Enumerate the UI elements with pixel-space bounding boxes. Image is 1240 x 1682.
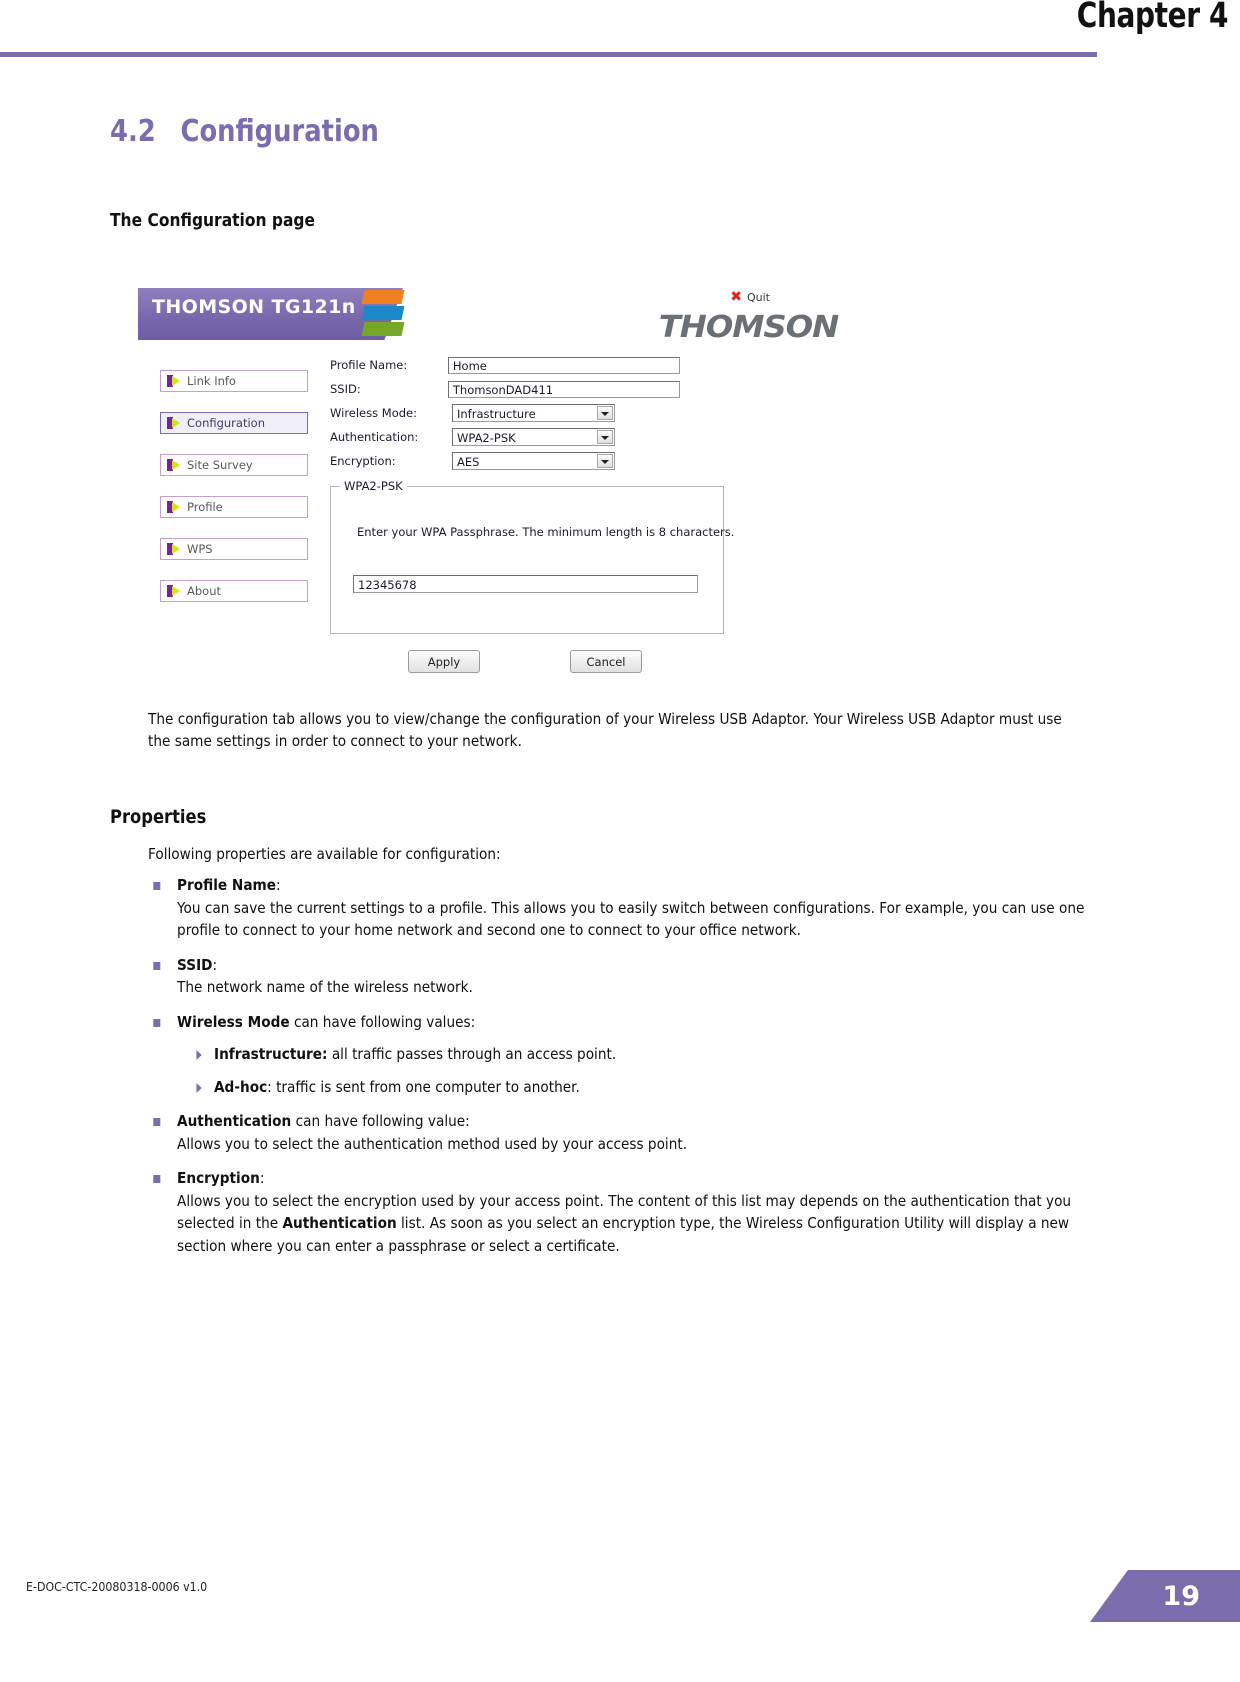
bullet-text: Allows you to select the authentication … <box>177 1134 688 1153</box>
sub-list-item: Infrastructure: all traffic passes throu… <box>177 1043 1116 1066</box>
list-item: Authentication can have following value:… <box>148 1110 1116 1155</box>
form-row-wireless-mode: Wireless Mode: Infrastructure <box>330 404 680 422</box>
wireless-utility-screenshot: THOMSON TG121n ✖ Quit THOMSON Link Info … <box>138 278 840 688</box>
app-sidebar: Link Info Configuration Site Survey Prof… <box>160 370 308 622</box>
sub-list-item: Ad-hoc: traffic is sent from one compute… <box>177 1076 1116 1099</box>
encryption-select[interactable]: AES <box>452 452 615 470</box>
bullet-term: Authentication <box>177 1112 292 1130</box>
bullet-term: Wireless Mode <box>177 1012 290 1031</box>
properties-intro: Following properties are available for c… <box>148 845 501 863</box>
bullet-term: Encryption <box>177 1169 260 1187</box>
sidebar-item-about[interactable]: About <box>160 580 308 602</box>
sidebar-item-label: Configuration <box>187 416 265 430</box>
ssid-input[interactable]: ThomsonDAD411 <box>447 380 680 398</box>
arrow-bullet-icon <box>167 543 180 555</box>
wireless-mode-value: Infrastructure <box>457 407 536 421</box>
close-x-icon: ✖ <box>730 289 742 305</box>
bullet-term-suffix: can have following values: <box>289 1012 476 1031</box>
sidebar-item-label: WPS <box>187 542 213 556</box>
bullet-text-emphasis: Authentication <box>282 1214 397 1232</box>
sidebar-item-link-info[interactable]: Link Info <box>160 370 308 392</box>
page-header: Chapter 4 <box>0 0 1240 62</box>
sub-bullet-text: : traffic is sent from one computer to a… <box>267 1077 580 1096</box>
wireless-mode-sublist: Infrastructure: all traffic passes throu… <box>177 1043 1116 1098</box>
bullet-text: You can save the current settings to a p… <box>177 898 1085 940</box>
passphrase-input[interactable]: 12345678 <box>353 575 698 593</box>
wireless-mode-select[interactable]: Infrastructure <box>452 404 615 422</box>
sub-bullet-term: Ad-hoc <box>214 1077 268 1096</box>
intro-paragraph: The configuration tab allows you to view… <box>148 710 1062 750</box>
form-row-authentication: Authentication: WPA2-PSK <box>330 428 680 446</box>
list-item: Encryption: Allows you to select the enc… <box>148 1167 1116 1257</box>
header-rule <box>0 52 1097 57</box>
properties-heading: Properties <box>110 806 207 828</box>
arrow-bullet-icon <box>167 459 180 471</box>
wireless-mode-label: Wireless Mode: <box>330 406 417 420</box>
form-row-profile-name: Profile Name: Home <box>330 356 680 374</box>
ssid-label: SSID: <box>330 382 361 396</box>
chevron-down-icon[interactable] <box>597 430 613 444</box>
chapter-title: Chapter 4 <box>1076 0 1229 36</box>
list-item: SSID: The network name of the wireless n… <box>148 954 1116 999</box>
quit-label: Quit <box>747 290 770 304</box>
sidebar-item-profile[interactable]: Profile <box>160 496 308 518</box>
sidebar-item-label: Link Info <box>187 374 236 388</box>
configuration-form: Profile Name: Home SSID: ThomsonDAD411 W… <box>330 356 680 476</box>
sidebar-item-label: Profile <box>187 500 223 514</box>
brand-stripes-icon <box>361 290 405 340</box>
encryption-value: AES <box>457 455 480 469</box>
section-number: 4.2 <box>110 114 156 149</box>
bullet-term: SSID <box>177 955 213 974</box>
chevron-down-icon[interactable] <box>597 406 613 420</box>
passphrase-help-text: Enter your WPA Passphrase. The minimum l… <box>357 525 735 539</box>
sidebar-item-label: About <box>187 584 222 598</box>
wpa2-psk-legend: WPA2-PSK <box>340 479 407 493</box>
bullet-term-suffix: : <box>276 876 281 894</box>
sidebar-item-label: Site Survey <box>187 458 253 472</box>
footer-document-id: E-DOC-CTC-20080318-0006 v1.0 <box>26 1580 208 1594</box>
section-heading: 4.2 Configuration <box>110 114 379 149</box>
arrow-bullet-icon <box>167 417 180 429</box>
sidebar-item-wps[interactable]: WPS <box>160 538 308 560</box>
bullet-term: Profile Name <box>177 876 277 894</box>
cancel-button[interactable]: Cancel <box>570 650 642 673</box>
list-item: Profile Name: You can save the current s… <box>148 874 1116 942</box>
thomson-logo: THOMSON <box>658 310 840 345</box>
quit-button[interactable]: ✖ Quit <box>730 290 770 304</box>
sub-bullet-term: Infrastructure: <box>214 1045 328 1063</box>
properties-list: Profile Name: You can save the current s… <box>148 874 1240 1269</box>
bullet-term-suffix: : <box>212 955 218 974</box>
app-button-row: Apply Cancel <box>408 650 642 673</box>
section-title: Configuration <box>180 114 379 149</box>
authentication-label: Authentication: <box>330 430 419 444</box>
bullet-term-suffix: can have following value: <box>291 1112 470 1130</box>
subsection-heading: The Configuration page <box>110 210 316 231</box>
encryption-label: Encryption: <box>330 454 396 468</box>
form-row-ssid: SSID: ThomsonDAD411 <box>330 380 680 398</box>
sidebar-item-configuration[interactable]: Configuration <box>160 412 308 434</box>
brand-banner-label: THOMSON TG121n <box>152 296 356 318</box>
sub-bullet-text: all traffic passes through an access poi… <box>327 1045 617 1063</box>
apply-button[interactable]: Apply <box>408 650 480 673</box>
sidebar-item-site-survey[interactable]: Site Survey <box>160 454 308 476</box>
arrow-bullet-icon <box>167 585 180 597</box>
authentication-select[interactable]: WPA2-PSK <box>452 428 615 446</box>
authentication-value: WPA2-PSK <box>457 431 516 445</box>
wpa2-psk-group: WPA2-PSK Enter your WPA Passphrase. The … <box>330 479 734 634</box>
list-item: Wireless Mode can have following values:… <box>148 1011 1116 1099</box>
arrow-bullet-icon <box>167 501 180 513</box>
bullet-term-suffix: : <box>259 1169 265 1187</box>
form-row-encryption: Encryption: AES <box>330 452 680 470</box>
chevron-down-icon[interactable] <box>597 454 613 468</box>
page-number: 19 <box>1162 1581 1200 1612</box>
profile-name-input[interactable]: Home <box>447 356 680 374</box>
arrow-bullet-icon <box>167 375 180 387</box>
profile-name-label: Profile Name: <box>330 358 408 372</box>
bullet-text: The network name of the wireless network… <box>177 978 473 996</box>
